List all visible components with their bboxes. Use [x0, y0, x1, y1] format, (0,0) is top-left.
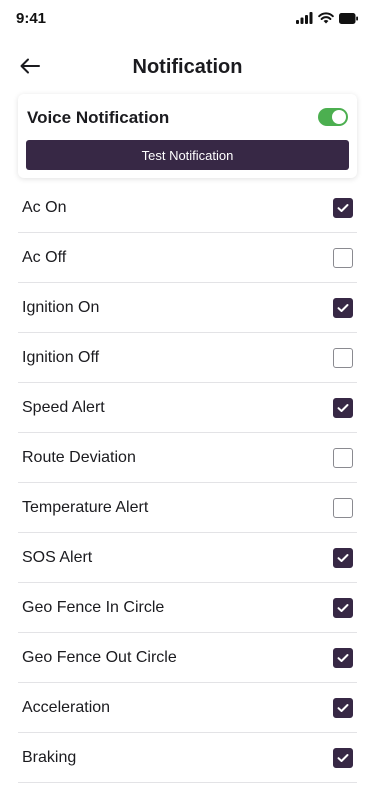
notification-label: Braking	[22, 749, 77, 766]
status-bar: 9:41	[0, 0, 375, 40]
notification-checkbox[interactable]	[333, 698, 353, 718]
notification-row[interactable]: Ac Off	[18, 233, 357, 283]
status-icons	[296, 12, 358, 24]
notification-checkbox[interactable]	[333, 348, 353, 368]
voice-notification-card: Voice Notification Test Notification	[18, 94, 357, 178]
notification-row[interactable]: Speed Alert	[18, 383, 357, 433]
notification-label: Ignition Off	[22, 349, 100, 366]
signal-icon	[296, 12, 313, 24]
voice-notification-toggle[interactable]	[318, 108, 348, 126]
checkmark-icon	[337, 204, 349, 212]
notification-row[interactable]: Ignition Off	[18, 333, 357, 383]
notification-checkbox[interactable]	[333, 448, 353, 468]
notification-checkbox[interactable]	[333, 498, 353, 518]
notification-label: Ac On	[22, 199, 67, 216]
notification-label: Geo Fence In Circle	[22, 599, 165, 616]
notification-checkbox[interactable]	[333, 298, 353, 318]
notification-label: Geo Fence Out Circle	[22, 649, 177, 666]
test-notification-button[interactable]: Test Notification	[26, 140, 349, 170]
status-time: 9:41	[16, 10, 47, 27]
notification-label: Ac Off	[22, 249, 67, 266]
notification-row[interactable]: Geo Fence Out Circle	[18, 633, 357, 683]
notification-row[interactable]: Temperature Alert	[18, 483, 357, 533]
notification-checkbox[interactable]	[333, 548, 353, 568]
notification-label: Temperature Alert	[22, 499, 149, 516]
notification-row[interactable]: Acceleration	[18, 683, 357, 733]
page-title: Notification	[132, 56, 243, 78]
notification-row[interactable]: Geo Fence In Circle	[18, 583, 357, 633]
voice-notification-label: Voice Notification	[27, 108, 170, 127]
notification-label: Speed Alert	[22, 399, 105, 416]
toggle-knob	[332, 110, 346, 124]
app-header: Notification	[0, 48, 375, 88]
notification-list: Ac On Ac Off Ignition On Ignition Off Speed …	[18, 183, 357, 783]
notification-checkbox[interactable]	[333, 598, 353, 618]
notification-checkbox[interactable]	[333, 748, 353, 768]
notification-label: Ignition On	[22, 299, 100, 316]
notification-label: Route Deviation	[22, 449, 136, 466]
wifi-icon	[318, 12, 334, 24]
notification-checkbox[interactable]	[333, 198, 353, 218]
checkmark-icon	[337, 404, 349, 412]
checkmark-icon	[337, 304, 349, 312]
notification-row[interactable]: Ac On	[18, 183, 357, 233]
notification-row[interactable]: Braking	[18, 733, 357, 783]
checkmark-icon	[337, 604, 349, 612]
checkmark-icon	[337, 654, 349, 662]
notification-label: Acceleration	[22, 699, 111, 716]
checkmark-icon	[337, 704, 349, 712]
notification-checkbox[interactable]	[333, 248, 353, 268]
notification-checkbox[interactable]	[333, 398, 353, 418]
checkmark-icon	[337, 554, 349, 562]
notification-label: SOS Alert	[22, 549, 93, 566]
notification-row[interactable]: SOS Alert	[18, 533, 357, 583]
notification-checkbox[interactable]	[333, 648, 353, 668]
checkmark-icon	[337, 754, 349, 762]
notification-row[interactable]: Route Deviation	[18, 433, 357, 483]
notification-row[interactable]: Ignition On	[18, 283, 357, 333]
battery-icon	[339, 12, 358, 24]
